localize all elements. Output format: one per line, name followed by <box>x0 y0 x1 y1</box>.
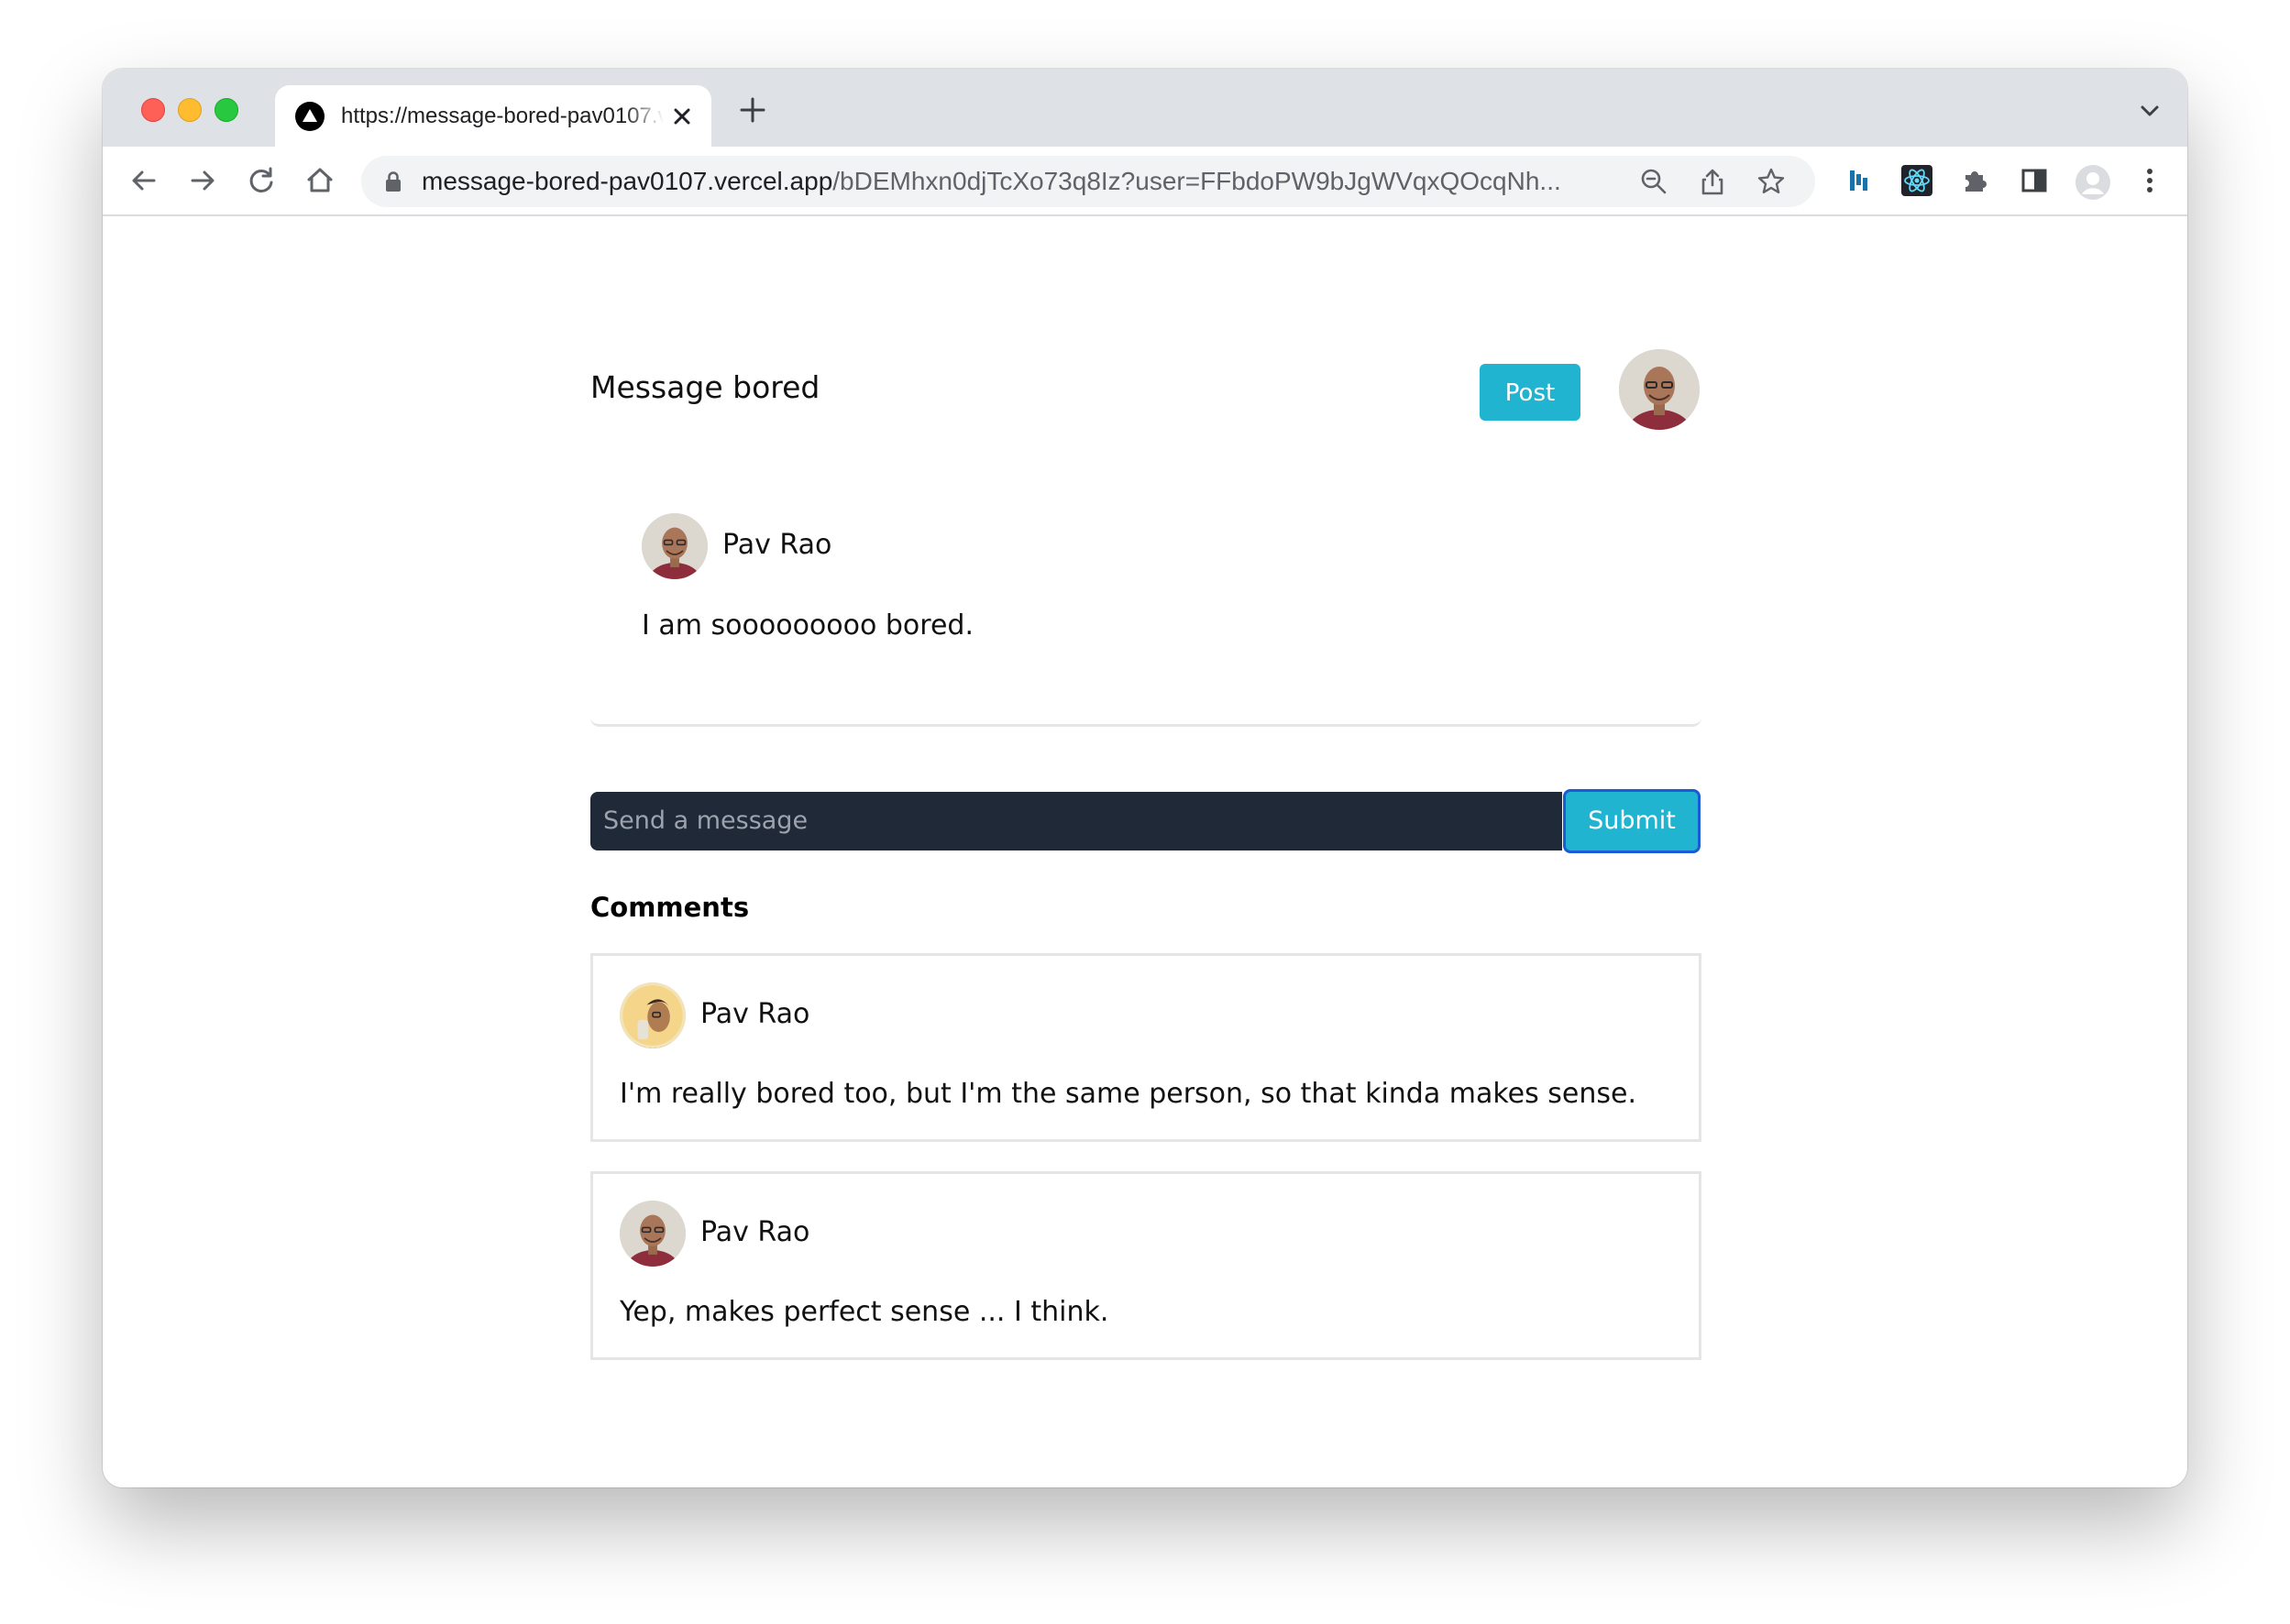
lock-icon[interactable] <box>381 170 405 193</box>
post-button[interactable]: Post <box>1480 364 1580 421</box>
maximize-window-button[interactable] <box>215 98 238 122</box>
page-title: Message bored <box>590 369 820 405</box>
post-author: Pav Rao <box>722 529 832 561</box>
close-icon[interactable] <box>669 104 695 129</box>
browser-window: https://message-bored-pav0107.vercel.app… <box>103 69 2187 1487</box>
avatar <box>620 982 686 1048</box>
back-icon[interactable] <box>127 163 161 198</box>
comment-card: Pav Rao Yep, makes perfect sense ... I t… <box>590 1171 1701 1360</box>
url-host: message-bored-pav0107.vercel.app <box>422 167 833 195</box>
zoom-icon[interactable] <box>1639 167 1668 196</box>
chevron-down-icon[interactable] <box>2140 104 2159 118</box>
vercel-icon <box>295 102 325 131</box>
share-icon[interactable] <box>1698 167 1727 196</box>
page-content: Message bored Post Pav Rao I am sooooooo… <box>103 216 2187 1487</box>
close-window-button[interactable] <box>141 98 165 122</box>
comment-card: Pav Rao I'm really bored too, but I'm th… <box>590 953 1701 1142</box>
forward-icon[interactable] <box>185 163 220 198</box>
puzzle-icon[interactable] <box>1958 163 1993 198</box>
star-icon[interactable] <box>1756 167 1786 196</box>
home-icon[interactable] <box>303 163 337 198</box>
comment-author: Pav Rao <box>700 1216 810 1248</box>
user-avatar[interactable] <box>1619 349 1700 430</box>
post-card: Pav Rao I am sooooooooo bored. <box>590 464 1701 727</box>
profile-icon[interactable] <box>2074 163 2110 200</box>
post-text: I am sooooooooo bored. <box>642 609 974 642</box>
tab-title: https://message-bored-pav0107.vercel.app… <box>341 104 664 128</box>
message-input[interactable] <box>590 792 1562 850</box>
url-path: /bDEMhxn0djTcXo73q8Iz?user=FFbdoPW9bJgWV… <box>832 167 1561 195</box>
comment-author: Pav Rao <box>700 998 810 1030</box>
browser-toolbar: message-bored-pav0107.vercel.app/bDEMhxn… <box>103 147 2187 216</box>
react-icon[interactable] <box>1899 163 1934 198</box>
reload-icon[interactable] <box>244 163 279 198</box>
plus-icon[interactable] <box>737 94 768 126</box>
minimize-window-button[interactable] <box>178 98 202 122</box>
tab-active[interactable]: https://message-bored-pav0107.vercel.app… <box>275 85 711 147</box>
address-bar[interactable]: message-bored-pav0107.vercel.app/bDEMhxn… <box>361 156 1815 207</box>
sidepanel-icon[interactable] <box>2017 163 2052 198</box>
avatar <box>620 1201 686 1267</box>
comment-text: Yep, makes perfect sense ... I think. <box>620 1296 1109 1328</box>
title-bar: https://message-bored-pav0107.vercel.app… <box>103 69 2187 147</box>
comment-text: I'm really bored too, but I'm the same p… <box>620 1078 1637 1110</box>
submit-button[interactable]: Submit <box>1563 789 1701 853</box>
comments-heading: Comments <box>590 892 750 923</box>
more-icon[interactable] <box>2132 163 2167 198</box>
url-text[interactable]: message-bored-pav0107.vercel.app/bDEMhxn… <box>422 167 1623 196</box>
extension-icon[interactable] <box>1841 163 1876 198</box>
avatar <box>642 513 708 579</box>
